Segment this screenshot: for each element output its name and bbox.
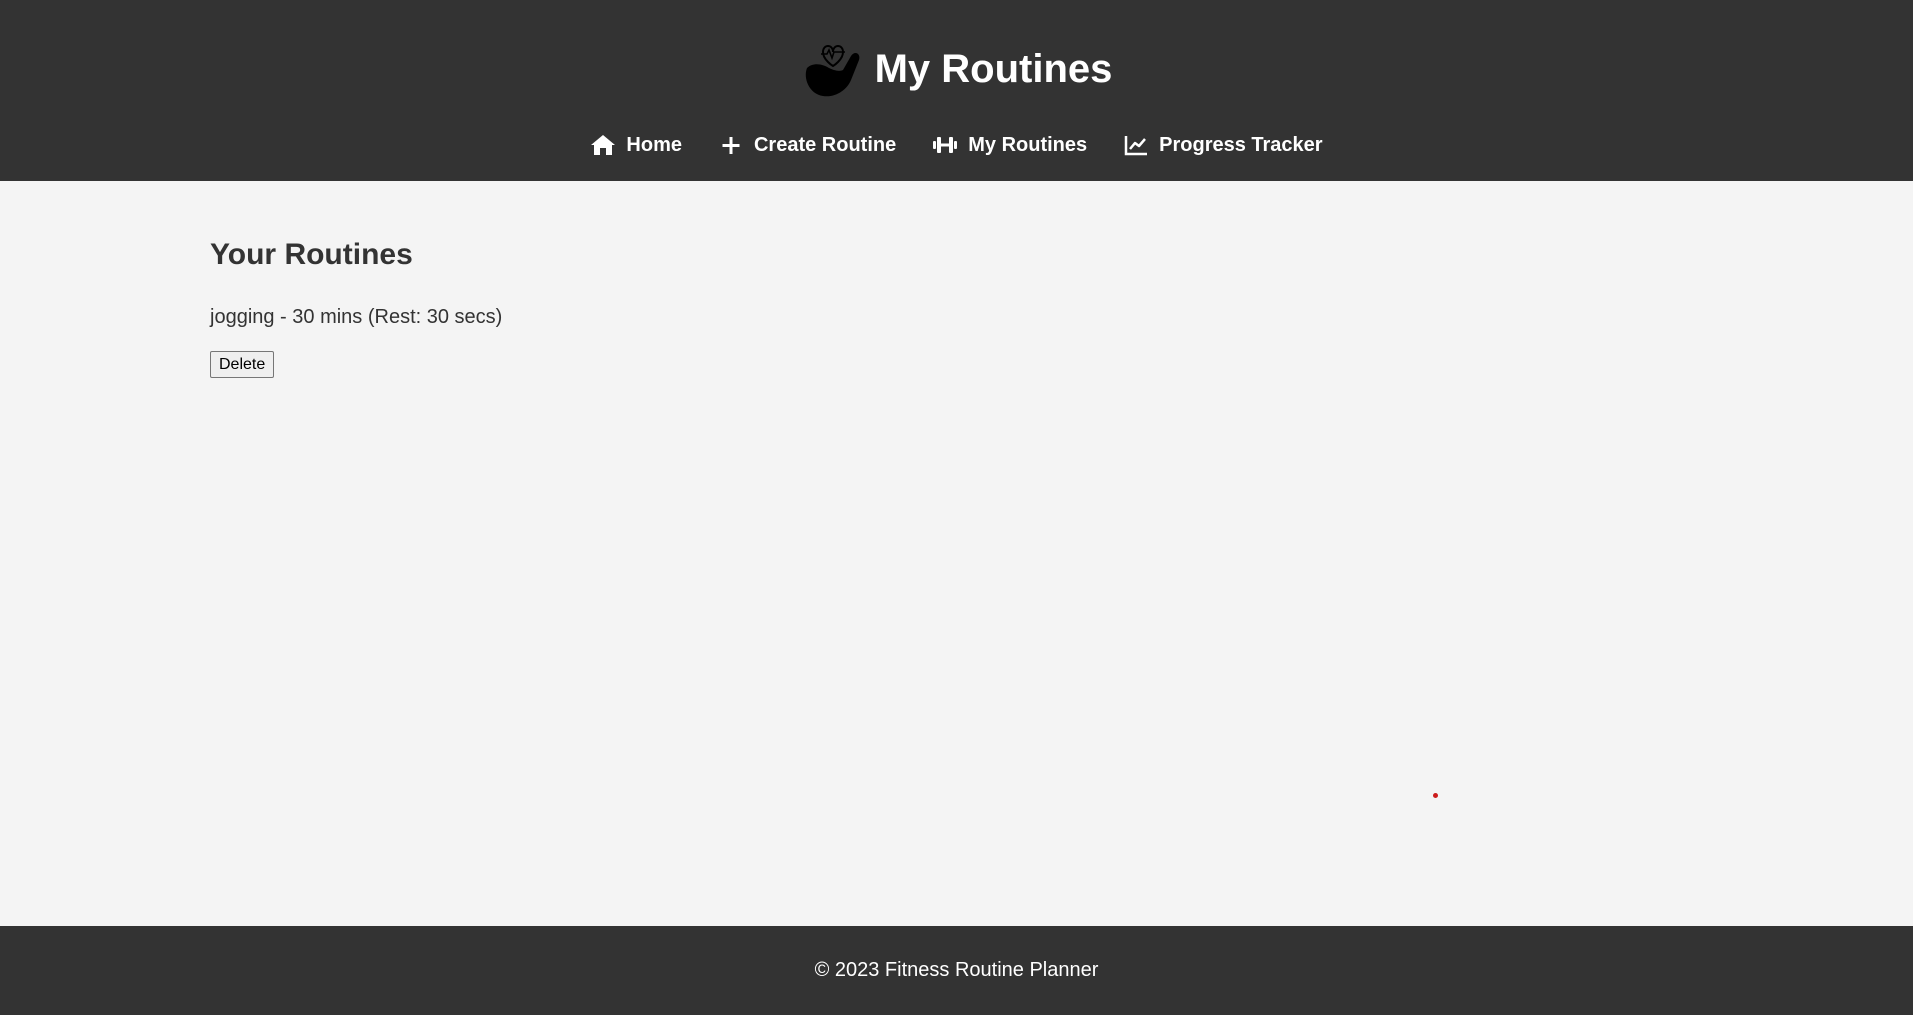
- main-content: Your Routines jogging - 30 mins (Rest: 3…: [0, 181, 1913, 926]
- chart-line-icon: [1124, 136, 1148, 156]
- nav-home-label: Home: [626, 133, 682, 156]
- nav-progress-tracker[interactable]: Progress Tracker: [1123, 127, 1323, 163]
- plus-icon: [722, 137, 740, 154]
- list-item: jogging - 30 mins (Rest: 30 secs) Delete: [210, 305, 1703, 378]
- cursor-dot: [1433, 793, 1438, 798]
- nav-my-routines[interactable]: My Routines: [932, 127, 1087, 163]
- site-header: My Routines Home Create Routine My Routi…: [0, 0, 1913, 181]
- nav-my-routines-label: My Routines: [968, 133, 1088, 156]
- routine-list: jogging - 30 mins (Rest: 30 secs) Delete: [210, 305, 1703, 378]
- nav-progress-tracker-label: Progress Tracker: [1159, 133, 1323, 156]
- page-title: My Routines: [874, 47, 1113, 91]
- routine-description: jogging - 30 mins (Rest: 30 secs): [210, 306, 503, 328]
- flexed-arm-heart-icon: [805, 45, 859, 97]
- main-nav: Home Create Routine My Routines Progress…: [0, 127, 1913, 163]
- page: My Routines Home Create Routine My Routi…: [0, 0, 1913, 1015]
- nav-create-routine[interactable]: Create Routine: [718, 127, 896, 163]
- brand: My Routines: [0, 38, 1913, 100]
- section-heading: Your Routines: [210, 238, 413, 271]
- dumbbell-icon: [933, 137, 958, 153]
- nav-home[interactable]: Home: [590, 127, 682, 163]
- delete-button[interactable]: Delete: [210, 351, 275, 378]
- site-footer: © 2023 Fitness Routine Planner: [0, 926, 1913, 1015]
- nav-create-routine-label: Create Routine: [753, 133, 897, 156]
- footer-copyright: © 2023 Fitness Routine Planner: [814, 959, 1099, 981]
- home-icon: [591, 135, 616, 155]
- routines-section: Your Routines jogging - 30 mins (Rest: 3…: [210, 235, 1703, 378]
